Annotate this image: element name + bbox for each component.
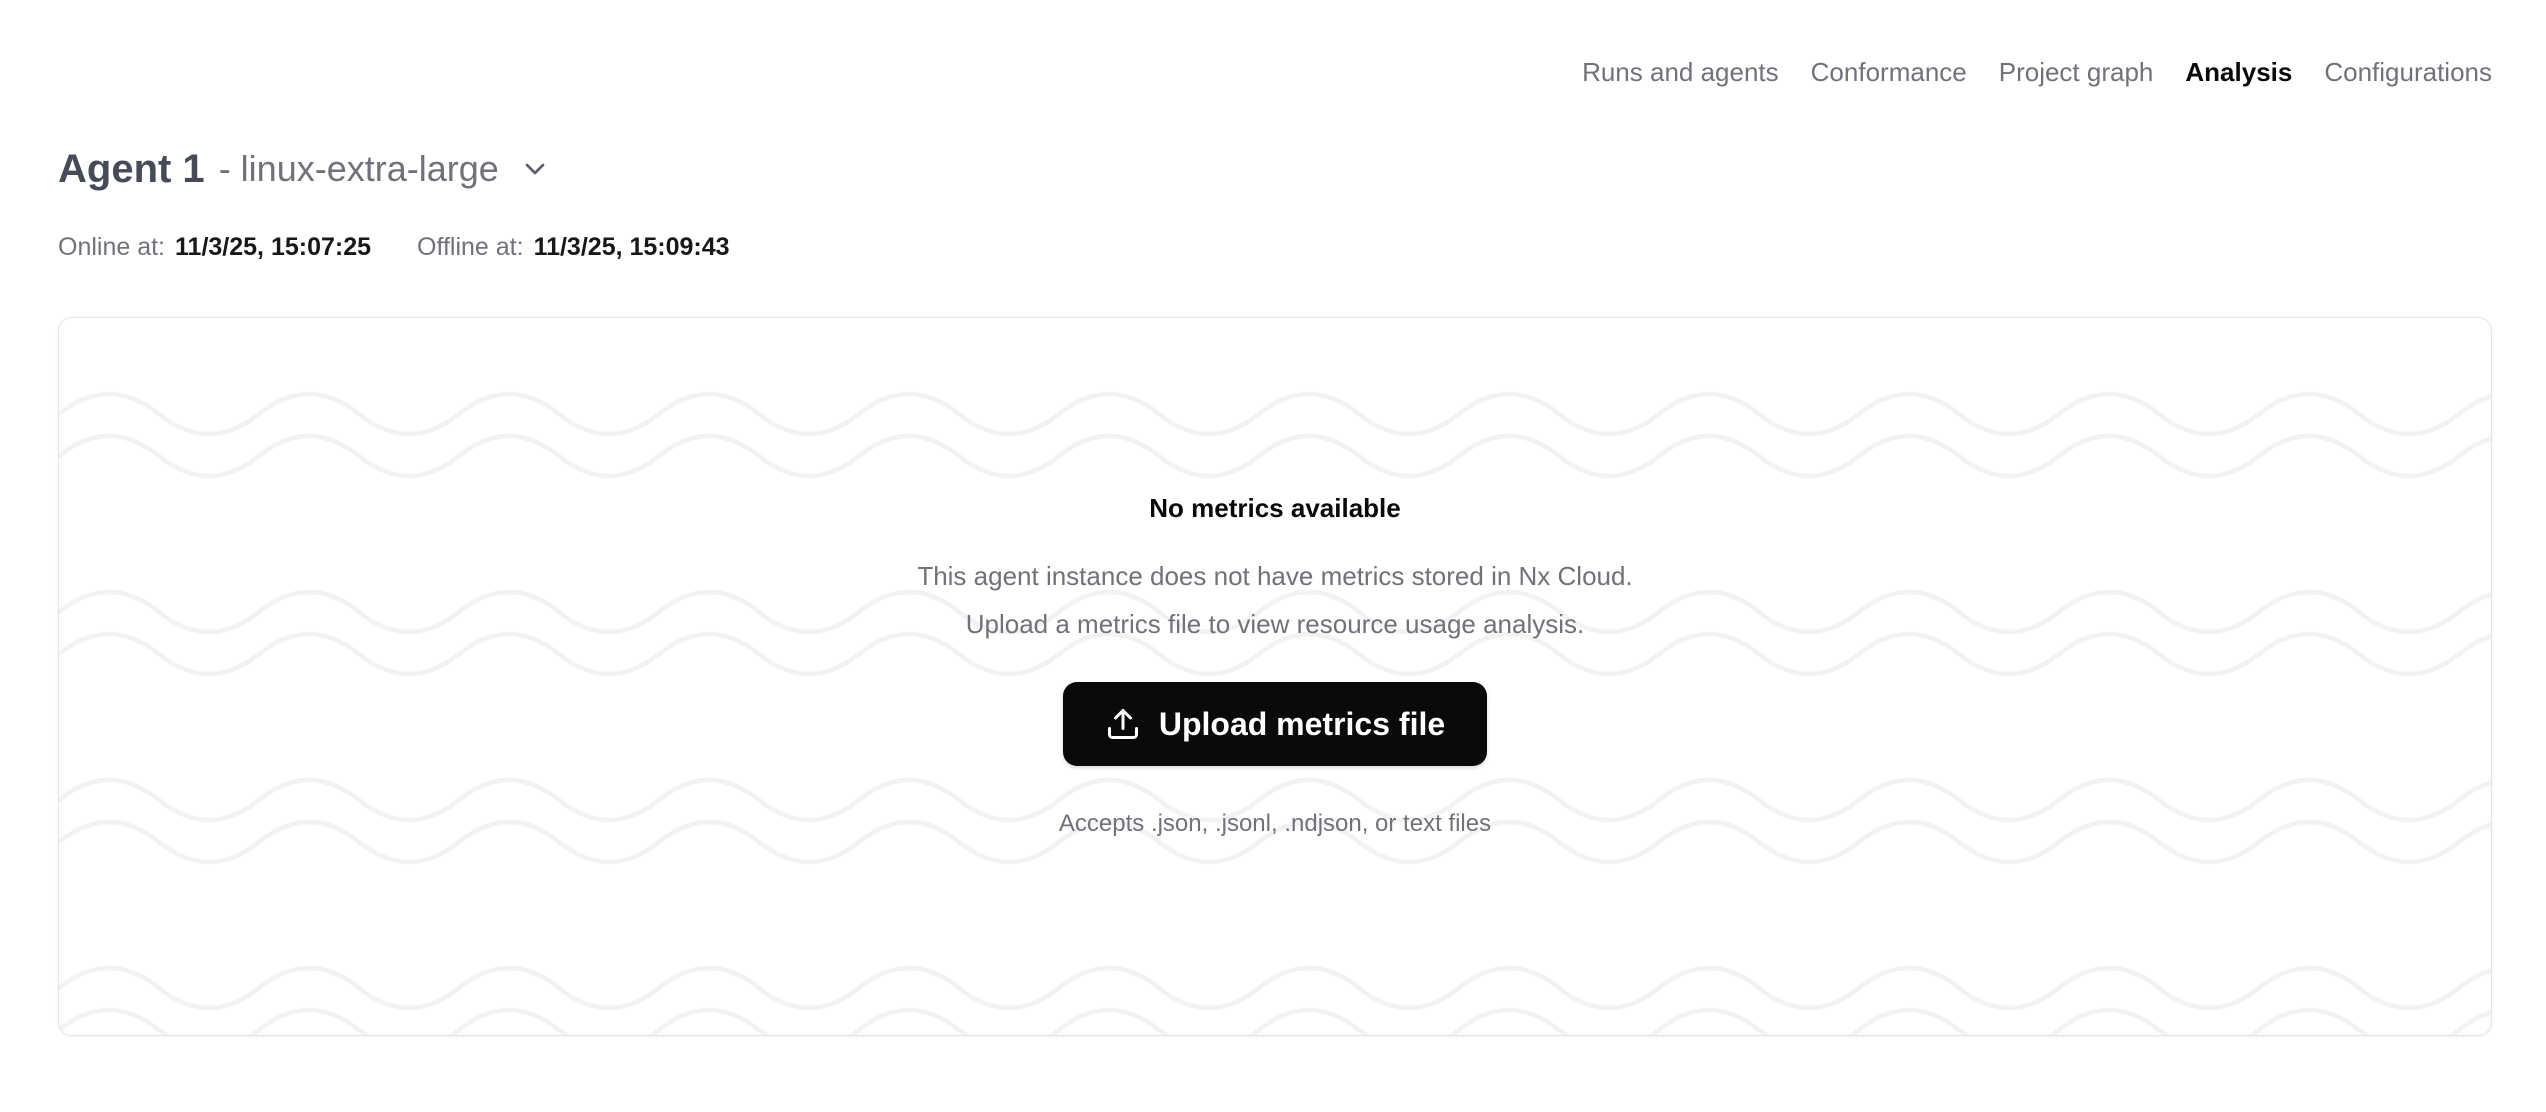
status-row: Online at: 11/3/25, 15:07:25 Offline at:…: [58, 231, 2492, 263]
upload-icon: [1105, 706, 1141, 742]
offline-value: 11/3/25, 15:09:43: [534, 231, 730, 263]
nav-item-configurations[interactable]: Configurations: [2324, 57, 2492, 87]
metrics-card: No metrics available This agent instance…: [58, 317, 2492, 1036]
chevron-down-icon[interactable]: [519, 153, 551, 185]
upload-button-label: Upload metrics file: [1159, 706, 1445, 743]
accepted-file-types-note: Accepts .json, .jsonl, .ndjson, or text …: [1059, 808, 1491, 840]
empty-state: No metrics available This agent instance…: [59, 318, 2491, 840]
agent-title-row: Agent 1 - linux-extra-large: [58, 145, 2492, 193]
offline-status: Offline at: 11/3/25, 15:09:43: [417, 231, 730, 263]
agent-subtitle: - linux-extra-large: [219, 147, 499, 191]
upload-metrics-file-button[interactable]: Upload metrics file: [1063, 682, 1487, 766]
online-status: Online at: 11/3/25, 15:07:25: [58, 231, 371, 263]
page-title: Agent 1: [58, 145, 205, 193]
description-line-1: This agent instance does not have metric…: [917, 561, 1632, 591]
nav-item-analysis[interactable]: Analysis: [2185, 57, 2292, 87]
nav-item-project-graph[interactable]: Project graph: [1999, 57, 2154, 87]
online-label: Online at:: [58, 231, 165, 263]
nav-item-conformance[interactable]: Conformance: [1811, 57, 1967, 87]
empty-state-description: This agent instance does not have metric…: [917, 552, 1632, 648]
online-value: 11/3/25, 15:07:25: [175, 231, 371, 263]
offline-label: Offline at:: [417, 231, 524, 263]
top-nav: Runs and agents Conformance Project grap…: [58, 57, 2492, 87]
description-line-2: Upload a metrics file to view resource u…: [966, 609, 1585, 639]
empty-state-heading: No metrics available: [1149, 490, 1400, 526]
nav-item-runs-and-agents[interactable]: Runs and agents: [1582, 57, 1779, 87]
page: Runs and agents Conformance Project grap…: [0, 57, 2546, 1036]
